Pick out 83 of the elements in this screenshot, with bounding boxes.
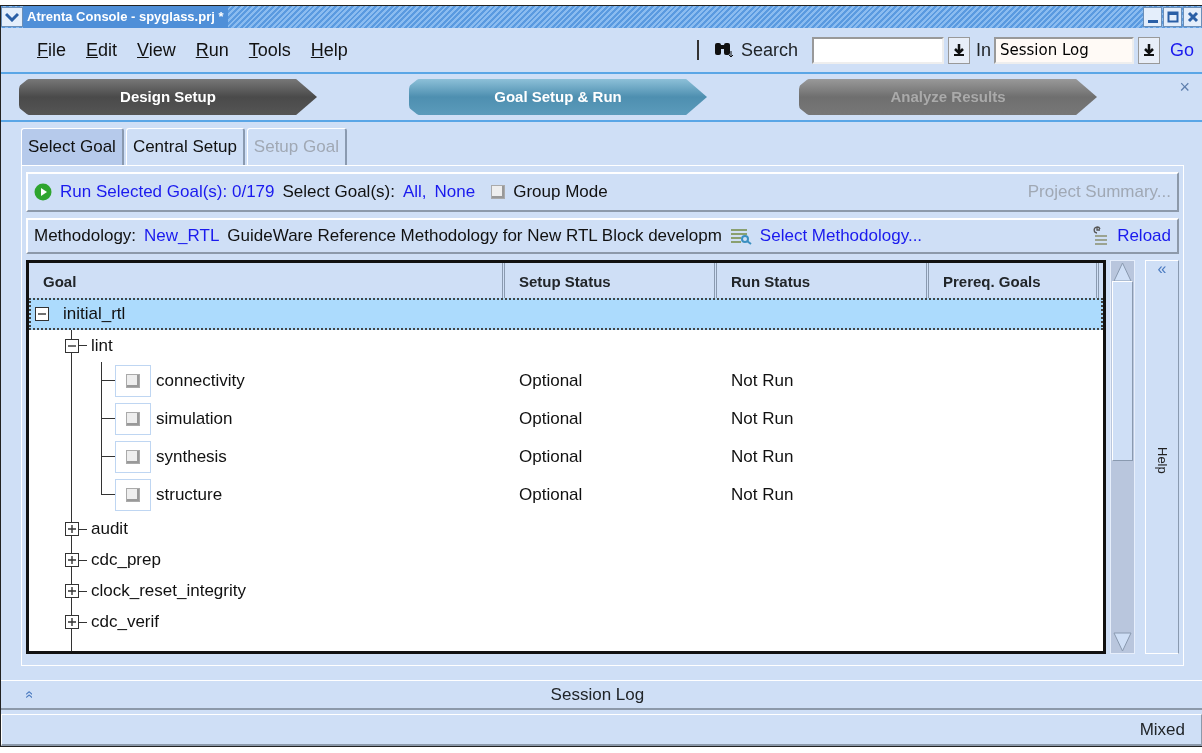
download-arrow-icon [952, 43, 965, 57]
run-status-cell-text: Not Run [730, 445, 795, 468]
tree-row[interactable]: cdc_verif [29, 606, 1103, 638]
tree-row[interactable]: lint [29, 329, 1103, 362]
search-label: Search [740, 38, 798, 62]
expander-icon[interactable] [65, 584, 79, 598]
chevron-down-icon [5, 12, 19, 22]
scope-field[interactable]: Session Log [994, 36, 1134, 64]
setup-status-cell-text: Optional [518, 445, 584, 468]
menu-item[interactable]: Help [310, 36, 348, 64]
run-status-cell-text: Not Run [730, 369, 795, 392]
reload-link[interactable]: Reload [1117, 222, 1171, 249]
scope-label: In [975, 38, 991, 62]
select-link[interactable]: All, [402, 178, 427, 205]
goal-checkbox[interactable] [126, 373, 140, 388]
methodology-description: GuideWare Reference Methodology for New RTL Block developm [227, 224, 722, 247]
download-arrow-icon [1143, 43, 1155, 57]
setup-status-cell-text: Optional [518, 369, 584, 392]
scroll-up-icon[interactable] [1111, 260, 1134, 283]
expander-icon[interactable] [65, 338, 79, 353]
goal-checkbox[interactable] [126, 449, 140, 464]
tree-row[interactable]: cdc_prep [29, 544, 1103, 576]
list-search-icon [729, 226, 752, 245]
minimize-icon [1147, 19, 1158, 23]
expander-icon[interactable] [35, 306, 49, 321]
select-goals-label: Select Goal(s): [282, 180, 395, 203]
methodology-label: Methodology: [34, 224, 137, 247]
menu-item[interactable]: Tools [248, 36, 291, 64]
maximize-icon [1166, 11, 1179, 23]
goal-label: connectivity [156, 369, 245, 392]
dropdown-button[interactable] [1138, 36, 1160, 64]
dropdown-button[interactable] [947, 36, 970, 64]
tree-row[interactable]: initial_rtl [29, 297, 1103, 330]
window-title: Atrenta Console - spyglass.prj * [23, 6, 228, 28]
expander-icon[interactable] [65, 522, 79, 536]
tab[interactable]: Select Goal [21, 128, 124, 165]
binoculars-icon [712, 41, 735, 59]
goal-checkbox[interactable] [126, 411, 140, 426]
group-mode-checkbox[interactable] [491, 184, 506, 199]
tab[interactable]: Central Setup [125, 128, 245, 165]
methodology-link[interactable]: New_RTL [144, 222, 220, 249]
separator [696, 40, 699, 60]
window-menu-button[interactable] [1, 7, 23, 27]
run-status-cell-text: Not Run [730, 483, 795, 506]
scrollbar[interactable] [1110, 259, 1135, 654]
minimize-button[interactable] [1143, 7, 1162, 27]
select-link[interactable]: None [434, 178, 476, 205]
go-link[interactable]: Go [1170, 36, 1194, 64]
close-icon [1186, 11, 1199, 23]
session-log-label: Session Log [549, 683, 646, 706]
tree-label: cdc_prep [91, 549, 161, 572]
help-tab[interactable]: Help [1152, 446, 1172, 474]
goal-label: structure [156, 483, 223, 506]
menu-item[interactable]: File [37, 36, 66, 64]
menu-item[interactable]: View [137, 36, 176, 64]
tree-label: audit [91, 518, 128, 541]
run-goals-link[interactable]: Run Selected Goal(s): 0/179 [60, 178, 275, 205]
tree-label: lint [91, 334, 113, 357]
tree-label: initial_rtl [63, 302, 126, 325]
search-field[interactable] [811, 36, 944, 64]
goal-label: synthesis [156, 445, 227, 468]
select-methodology-link[interactable]: Select Methodology... [759, 222, 923, 249]
setup-status-cell-text: Optional [518, 483, 584, 506]
group-mode-label: Group Mode [513, 180, 608, 203]
tree-label: clock_reset_integrity [91, 580, 246, 603]
reload-list-icon [1093, 225, 1110, 246]
session-log-bar[interactable]: » Session Log [1, 680, 1202, 710]
close-button[interactable] [1183, 7, 1202, 27]
menu-item[interactable]: Edit [86, 36, 118, 64]
status-mode: Mixed [1139, 718, 1185, 741]
expander-icon[interactable] [65, 553, 79, 567]
tree-label: cdc_verif [91, 611, 160, 634]
menu-item[interactable]: Run [195, 36, 229, 64]
goal-checkbox[interactable] [126, 487, 140, 502]
tree-row[interactable]: audit [29, 513, 1103, 545]
setup-status-cell-text: Optional [518, 407, 584, 430]
play-icon[interactable] [34, 182, 52, 201]
tree-row[interactable]: clock_reset_integrity [29, 575, 1103, 607]
expander-icon[interactable] [65, 615, 79, 629]
workflow-step[interactable]: Design Setup [19, 79, 317, 115]
goal-label: simulation [156, 407, 233, 430]
run-status-cell-text: Not Run [730, 407, 795, 430]
maximize-button[interactable] [1163, 7, 1182, 27]
